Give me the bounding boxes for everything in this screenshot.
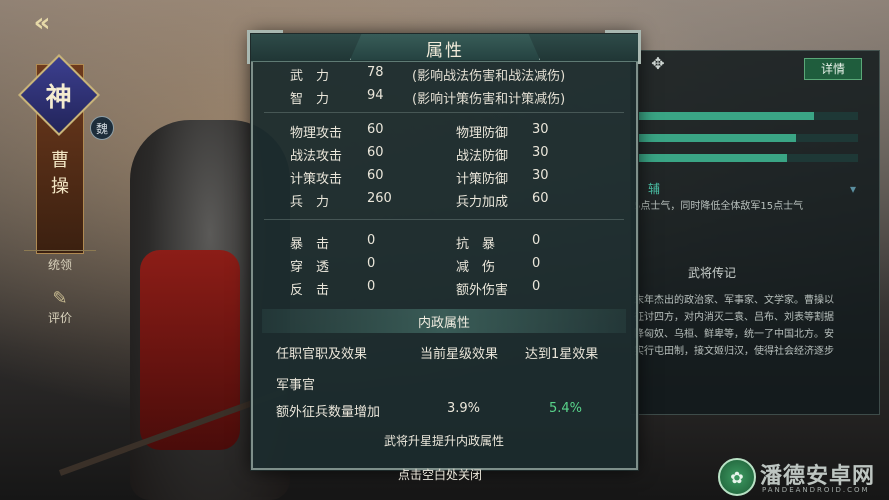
divider bbox=[264, 112, 624, 113]
upgrade-hint: 武将升星提升内政属性 bbox=[383, 434, 504, 448]
stat-label: 计策防御 bbox=[456, 172, 509, 187]
stat-value: 94 bbox=[367, 88, 384, 103]
divider bbox=[264, 219, 624, 220]
stat-note: (影响计策伤害和计策减伤) bbox=[412, 92, 566, 107]
office-name: 军事官 bbox=[276, 378, 316, 393]
detail-panel bbox=[630, 50, 880, 415]
stat-value: 60 bbox=[367, 145, 384, 160]
side-tab-label: 评价 bbox=[47, 311, 72, 325]
faction-badge: 魏 bbox=[90, 116, 114, 140]
stat-label: 物理防御 bbox=[456, 126, 509, 141]
tab-command[interactable]: 统领 bbox=[30, 256, 90, 273]
stat-value: 0 bbox=[367, 233, 376, 248]
stat-value: 260 bbox=[367, 191, 392, 206]
stat-label: 减 伤 bbox=[456, 260, 496, 275]
column-header: 任职官职及效果 bbox=[276, 347, 368, 362]
watermark-logo: ✿ bbox=[718, 458, 756, 496]
stat-label: 抗 暴 bbox=[456, 237, 496, 252]
stat-value: 0 bbox=[532, 233, 541, 248]
stat-value: 0 bbox=[532, 279, 541, 294]
stat-value: 30 bbox=[532, 168, 549, 183]
current-effect-value: 3.9% bbox=[447, 401, 481, 416]
skill-tag: 辅 bbox=[648, 182, 661, 196]
stat-value: 60 bbox=[532, 191, 549, 206]
stat-label: 计策攻击 bbox=[290, 172, 343, 187]
edit-icon: ✎ bbox=[52, 288, 68, 309]
stat-value: 0 bbox=[532, 256, 541, 271]
stat-bar bbox=[636, 112, 858, 120]
effect-label: 额外征兵数量增加 bbox=[276, 405, 381, 420]
stat-value: 0 bbox=[367, 256, 376, 271]
dialog-title: 属性 bbox=[426, 41, 464, 61]
stat-value: 30 bbox=[532, 122, 549, 137]
stat-value: 0 bbox=[367, 279, 376, 294]
stat-value: 30 bbox=[532, 145, 549, 160]
stat-label: 穿 透 bbox=[290, 260, 330, 275]
stat-label: 暴 击 bbox=[290, 237, 330, 252]
tier-label: 神 bbox=[45, 82, 73, 113]
stat-value: 60 bbox=[367, 168, 384, 183]
back-button[interactable]: « bbox=[20, 8, 64, 38]
stat-value: 60 bbox=[367, 122, 384, 137]
stat-label: 额外伤害 bbox=[456, 283, 509, 298]
stat-label: 物理攻击 bbox=[290, 126, 343, 141]
detail-button[interactable]: 详情 bbox=[804, 58, 862, 80]
stat-bar bbox=[636, 154, 858, 162]
corner-ornament bbox=[247, 30, 283, 64]
skill-description: 5点士气，同时降低全体敌军15点士气 bbox=[634, 201, 804, 212]
side-tab-label: 统领 bbox=[47, 258, 72, 272]
stat-label: 战法攻击 bbox=[290, 149, 343, 164]
hero-cape bbox=[140, 250, 240, 450]
banner-divider bbox=[24, 250, 96, 251]
stat-bar bbox=[636, 134, 858, 142]
column-header: 当前星级效果 bbox=[420, 347, 499, 362]
settings-icon[interactable]: ✥ bbox=[648, 54, 668, 74]
biography-line: 征讨四方，对内消灭二袁、吕布、刘表等割据 bbox=[634, 312, 834, 323]
stat-label: 兵 力 bbox=[290, 195, 330, 210]
corner-ornament bbox=[605, 30, 641, 64]
next-effect-value: 5.4% bbox=[549, 401, 583, 416]
watermark-subtext: PANDEANDROID.COM bbox=[762, 486, 870, 494]
section-title: 内政属性 bbox=[417, 316, 470, 331]
biography-line: 实行屯田制，接文姬归汉，使得社会经济逐步 bbox=[634, 346, 834, 357]
stat-note: (影响战法伤害和战法减伤) bbox=[412, 69, 566, 84]
biography-line: 末年杰出的政治家、军事家、文学家。曹操以 bbox=[634, 295, 834, 306]
stat-value: 78 bbox=[367, 65, 384, 80]
stat-label: 战法防御 bbox=[456, 149, 509, 164]
column-header: 达到1星效果 bbox=[525, 347, 599, 362]
stat-label: 兵力加成 bbox=[456, 195, 509, 210]
faction-glyph: 魏 bbox=[95, 121, 108, 136]
biography-line: 降匈奴、乌桓、鲜卑等，统一了中国北方。安 bbox=[634, 329, 834, 340]
hero-name: 曹操 bbox=[51, 150, 69, 197]
stat-label: 智 力 bbox=[290, 92, 330, 107]
stat-label: 反 击 bbox=[290, 283, 330, 298]
bird-icon: ▾ bbox=[850, 182, 857, 196]
back-arrow-icon: « bbox=[33, 8, 51, 38]
tab-review[interactable]: ✎ 评价 bbox=[30, 288, 90, 326]
close-hint[interactable]: 点击空白处关闭 bbox=[340, 466, 540, 483]
biography-title: 武将传记 bbox=[688, 266, 737, 280]
stat-label: 武 力 bbox=[290, 69, 330, 84]
